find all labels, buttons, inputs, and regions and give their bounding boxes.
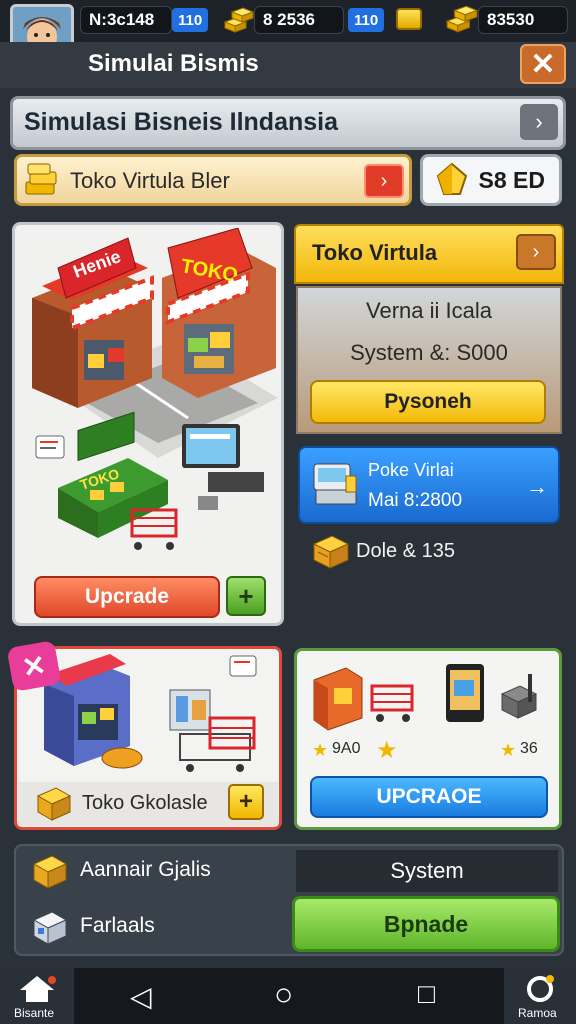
store-selector-label: Toko Virtula Bler	[70, 168, 230, 193]
box-stack-icon	[310, 530, 352, 575]
remove-tag-button[interactable]: ✕	[6, 640, 62, 692]
player-name-pill: N:3c148	[80, 6, 172, 34]
home-icon	[20, 976, 56, 1002]
subtitle-arrow-button[interactable]: ›	[520, 104, 558, 140]
gold-crate-icon	[30, 852, 70, 895]
store-next-button[interactable]: ›	[364, 164, 404, 198]
chevron-right-icon: ›	[532, 240, 540, 263]
plus-icon: +	[238, 788, 253, 815]
store-illustration: Henie TOKO TOKO	[18, 227, 278, 573]
upgrade-button-label: Upcrade	[84, 585, 170, 608]
close-icon: ✕	[19, 648, 49, 684]
system-label: System	[390, 858, 464, 883]
coin-balance-value: S8 ED	[478, 166, 545, 193]
system-label-box: System	[296, 850, 558, 892]
star-icon-large: ★	[376, 737, 398, 764]
gold-amount-pill: 8 2536	[254, 6, 344, 34]
confirm-button-label: Bpnade	[383, 910, 469, 937]
gold-amount-2: 83530	[487, 10, 535, 29]
level-badge-2: 110	[348, 8, 385, 32]
level-badge: 110	[172, 8, 209, 32]
expansion-illustration	[30, 654, 270, 783]
add-button[interactable]: +	[226, 576, 266, 616]
gold-stack-icon	[22, 160, 62, 205]
star-icon: ★	[312, 740, 329, 760]
recents-icon[interactable]: □	[418, 978, 435, 1010]
gold-bars-icon	[222, 4, 256, 41]
store-info-line-2: System &: S000	[350, 340, 508, 365]
inventory-upgrade-button[interactable]: UPCRAOE	[310, 776, 548, 818]
nav-right-tab[interactable]: Ramoa	[504, 968, 576, 1024]
confirm-button[interactable]: Bpnade	[292, 896, 560, 952]
box-count-text: Dole & 135	[356, 540, 455, 562]
store-info-title: Toko Virtula	[312, 240, 438, 265]
summary-line-2: Farlaals	[80, 914, 155, 937]
summary-line-1: Aannair Gjalis	[80, 858, 211, 881]
nav-home-label: Bisante	[14, 1006, 55, 1020]
star-icon-right: ★	[500, 740, 517, 760]
stat-value-right: 36	[520, 740, 538, 757]
store-info-line-1: Verna ii Icala	[366, 298, 492, 323]
gold-box-icon	[34, 784, 74, 827]
nav-home-tab[interactable]: Bisante	[0, 968, 74, 1024]
inventory-upgrade-label: UPCRAOE	[376, 785, 482, 808]
gold-crystal-icon	[432, 160, 472, 205]
store-info-next-button[interactable]: ›	[516, 234, 556, 270]
refresh-icon	[527, 975, 554, 1002]
nav-right-label: Ramoa	[518, 1006, 557, 1020]
gold-amount-pill-2: 83530	[478, 6, 568, 34]
chevron-right-icon: ›	[535, 109, 543, 134]
parcel-box-icon	[30, 908, 70, 951]
level-badge-2-text: 110	[354, 11, 379, 29]
offer-name: Poke Virlai	[368, 460, 454, 480]
player-name: N:3c148	[89, 10, 155, 29]
upgrade-button[interactable]: Upcrade	[34, 576, 220, 618]
purchase-button[interactable]: Pysoneh	[310, 380, 546, 424]
stat-value-left: 9A0	[332, 740, 361, 757]
plus-icon: +	[238, 580, 254, 611]
coin-purse-icon	[396, 8, 422, 30]
expansion-add-button[interactable]: +	[228, 784, 264, 820]
gold-bars-icon-2	[444, 2, 480, 41]
level-badge-text: 110	[178, 11, 203, 29]
expansion-label: Toko Gkolasle	[82, 792, 208, 814]
inventory-illustration	[306, 660, 556, 745]
purchase-button-label: Pysoneh	[384, 390, 472, 413]
header-bar	[0, 42, 576, 88]
subtitle-text: Simulasi Bisneis Ilndansia	[24, 108, 339, 136]
gold-amount: 8 2536	[263, 10, 315, 29]
close-icon: ✕	[530, 47, 556, 81]
chevron-right-icon: ›	[380, 169, 388, 192]
close-button[interactable]: ✕	[520, 44, 566, 84]
arrow-right-icon[interactable]: →	[526, 474, 548, 500]
back-icon[interactable]: ◁	[130, 980, 152, 1013]
offer-value: Mai 8:2800	[368, 490, 463, 511]
home-circle-icon[interactable]: ○	[274, 976, 293, 1013]
page-title: Simulai Bismis	[88, 50, 259, 77]
cash-register-icon	[310, 458, 360, 513]
